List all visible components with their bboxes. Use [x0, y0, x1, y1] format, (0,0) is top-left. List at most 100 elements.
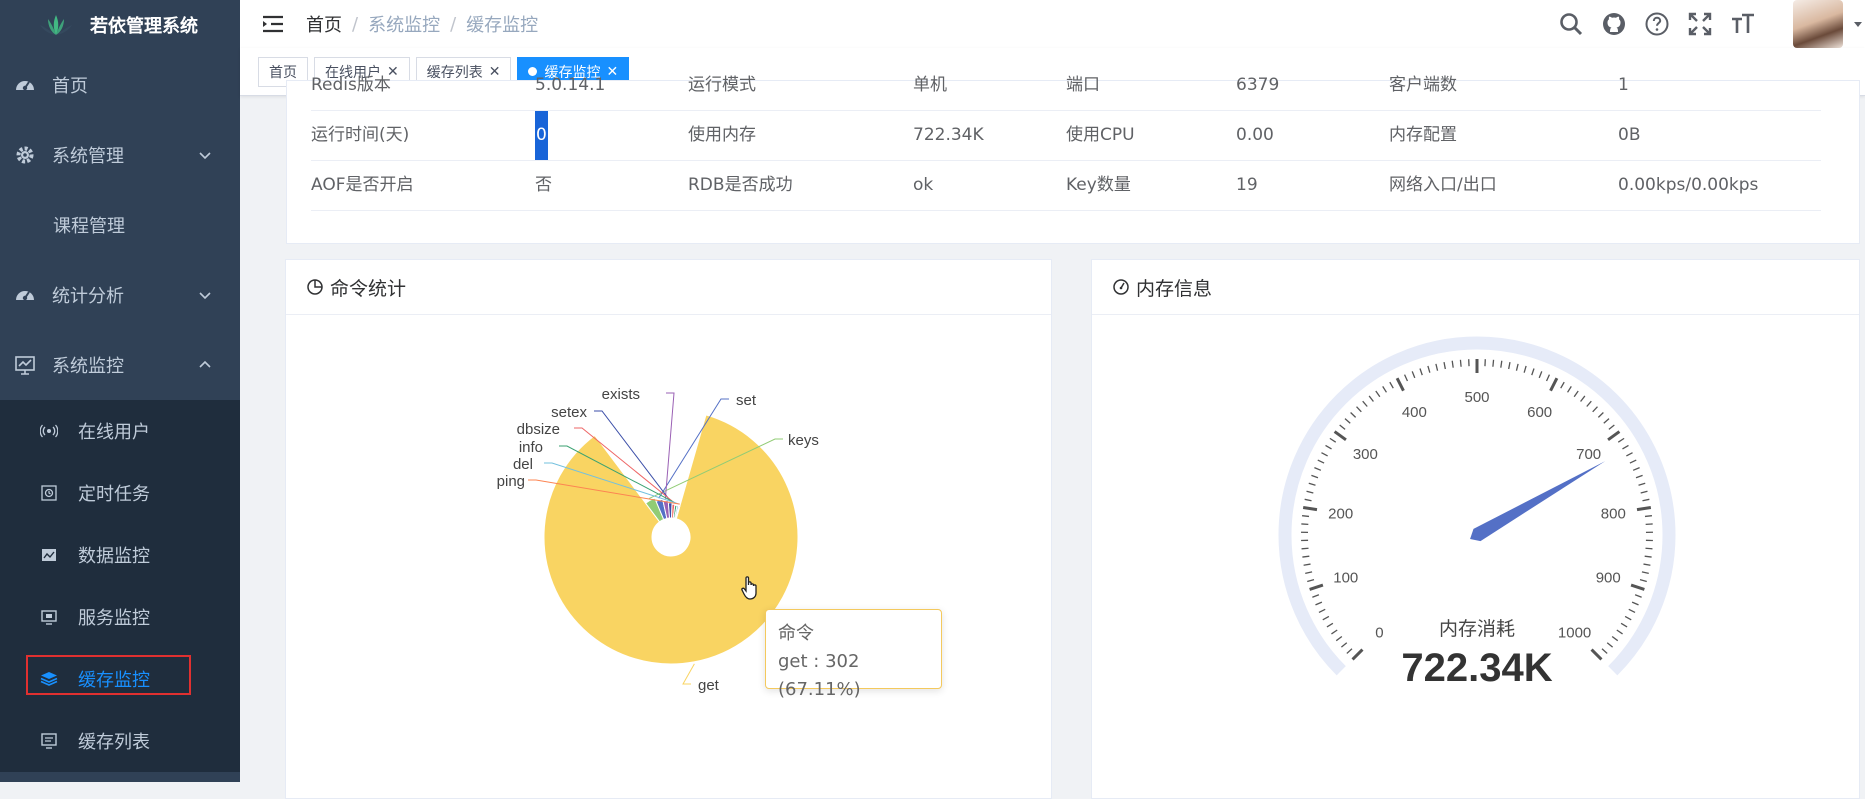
- gauge-minor-tick: [1642, 499, 1649, 500]
- info-value: ok: [913, 161, 933, 210]
- question-icon[interactable]: [1644, 11, 1670, 37]
- gauge-minor-tick: [1340, 425, 1345, 429]
- info-label: 网络入口/出口: [1389, 161, 1497, 210]
- gauge-minor-tick: [1642, 572, 1649, 574]
- search-icon[interactable]: [1558, 11, 1584, 37]
- gauge-major-tick: [1631, 585, 1644, 589]
- gauge-minor-tick: [1639, 483, 1646, 485]
- gauge-minor-tick: [1630, 460, 1636, 463]
- gauge-tick-label: 1000: [1558, 625, 1591, 642]
- online-icon: [40, 422, 58, 440]
- gauge-minor-tick: [1341, 643, 1346, 647]
- sidebar-item-label: 服务监控: [78, 604, 150, 630]
- sidebar-item-system[interactable]: 系统管理: [0, 120, 240, 190]
- breadcrumb-monitor: 系统监控: [368, 11, 440, 37]
- avatar[interactable]: [1793, 0, 1843, 48]
- info-label: RDB是否成功: [688, 161, 793, 210]
- gauge-minor-tick: [1581, 396, 1585, 402]
- info-label: 运行时间(天): [311, 111, 409, 160]
- breadcrumb-current: 缓存监控: [466, 11, 538, 37]
- gauge-major-tick: [1397, 378, 1403, 390]
- gauge-minor-tick: [1532, 368, 1534, 375]
- info-value: 0.00: [1236, 111, 1274, 160]
- sidebar-item-label: 数据监控: [78, 542, 150, 568]
- gauge-icon: [1112, 278, 1130, 296]
- info-value: 单机: [913, 61, 947, 110]
- caret-down-icon[interactable]: [1853, 19, 1863, 29]
- gauge-tick-label: 600: [1527, 404, 1552, 421]
- gauge-minor-tick: [1351, 413, 1356, 418]
- gauge-minor-tick: [1357, 407, 1362, 412]
- monitor-icon: [14, 354, 36, 376]
- sidebar-item-online-users[interactable]: 在线用户: [0, 400, 240, 462]
- gauge-minor-tick: [1304, 564, 1311, 565]
- gauge-minor-tick: [1331, 630, 1337, 634]
- info-value: 19: [1236, 161, 1258, 210]
- chevron-up-icon: [198, 358, 212, 372]
- sidebar-item-home[interactable]: 首页: [0, 50, 240, 120]
- gauge-minor-tick: [1369, 396, 1373, 402]
- sidebar-item-course[interactable]: 课程管理: [0, 190, 240, 260]
- gauge-major-tick: [1335, 432, 1346, 440]
- chevron-down-icon: [198, 148, 212, 162]
- sidebar-item-cache-monitor[interactable]: 缓存监控: [0, 648, 240, 710]
- gauge-minor-tick: [1327, 623, 1333, 627]
- gauge-minor-tick: [1428, 366, 1430, 373]
- sidebar-item-server[interactable]: 服务监控: [0, 586, 240, 648]
- tooltip-text: get : 302 (67.11%): [778, 648, 929, 704]
- breadcrumb-separator: /: [352, 14, 358, 35]
- memory-info-card: 内存信息 01002003004005006007008009001000内存消…: [1091, 259, 1860, 799]
- sidebar-item-jobs[interactable]: 定时任务: [0, 462, 240, 524]
- sidebar-item-statistics[interactable]: 统计分析: [0, 260, 240, 330]
- gauge-minor-tick: [1618, 438, 1624, 442]
- chart-tooltip: 命令 get : 302 (67.11%): [765, 609, 942, 689]
- pie-slice-get[interactable]: [544, 415, 798, 664]
- gauge-tick-label: 300: [1353, 446, 1378, 463]
- info-value: 6379: [1236, 61, 1279, 110]
- info-value: 否: [535, 161, 552, 210]
- font-size-icon[interactable]: [1730, 11, 1756, 37]
- logo[interactable]: 若依管理系统: [0, 0, 240, 50]
- gauge-minor-tick: [1587, 401, 1592, 406]
- fullscreen-icon[interactable]: [1687, 11, 1713, 37]
- redis-list-icon: [40, 732, 58, 750]
- gauge-minor-tick: [1326, 445, 1332, 449]
- gauge-minor-tick: [1516, 364, 1518, 371]
- gauge-minor-tick: [1363, 401, 1368, 406]
- gauge-minor-tick: [1607, 643, 1612, 647]
- breadcrumb-home[interactable]: 首页: [306, 11, 342, 37]
- gauge-minor-tick: [1444, 362, 1445, 369]
- info-label: 使用CPU: [1066, 111, 1135, 160]
- gauge-minor-tick: [1345, 419, 1350, 424]
- info-label: 运行模式: [688, 61, 756, 110]
- pie-label-ping: ping: [497, 473, 525, 490]
- sidebar-item-cache-list[interactable]: 缓存列表: [0, 710, 240, 772]
- gauge-minor-tick: [1524, 366, 1526, 373]
- pie-leader-get: [683, 664, 694, 684]
- gauge-major-tick: [1608, 432, 1619, 440]
- gauge-tick-label: 700: [1576, 446, 1601, 463]
- pie-label-dbsize: dbsize: [517, 421, 560, 438]
- gauge-minor-tick: [1405, 375, 1408, 381]
- gauge-major-tick: [1637, 507, 1651, 509]
- gauge-major-tick: [1310, 585, 1323, 589]
- info-value: 0B: [1618, 111, 1640, 160]
- gauge-minor-tick: [1626, 453, 1632, 456]
- gauge-minor-tick: [1314, 468, 1320, 471]
- hamburger-icon[interactable]: [262, 14, 284, 34]
- tooltip-title: 命令: [778, 620, 929, 648]
- sidebar-item-data-monitor[interactable]: 数据监控: [0, 524, 240, 586]
- gauge-minor-tick: [1302, 516, 1309, 517]
- dashboard-icon: [14, 74, 36, 96]
- gauge-minor-tick: [1307, 491, 1314, 493]
- github-icon[interactable]: [1601, 11, 1627, 37]
- chevron-down-icon: [198, 288, 212, 302]
- gauge-minor-tick: [1568, 386, 1572, 392]
- gauge-minor-tick: [1493, 360, 1494, 367]
- info-value: 0.00kps/0.00kps: [1618, 161, 1758, 210]
- info-label: Key数量: [1066, 161, 1131, 210]
- gauge-minor-tick: [1640, 580, 1647, 582]
- sidebar-item-monitor[interactable]: 系统监控: [0, 330, 240, 400]
- sidebar-item-label: 统计分析: [52, 282, 124, 308]
- monitor-submenu: 在线用户 定时任务 数据监控 服务监控: [0, 400, 240, 772]
